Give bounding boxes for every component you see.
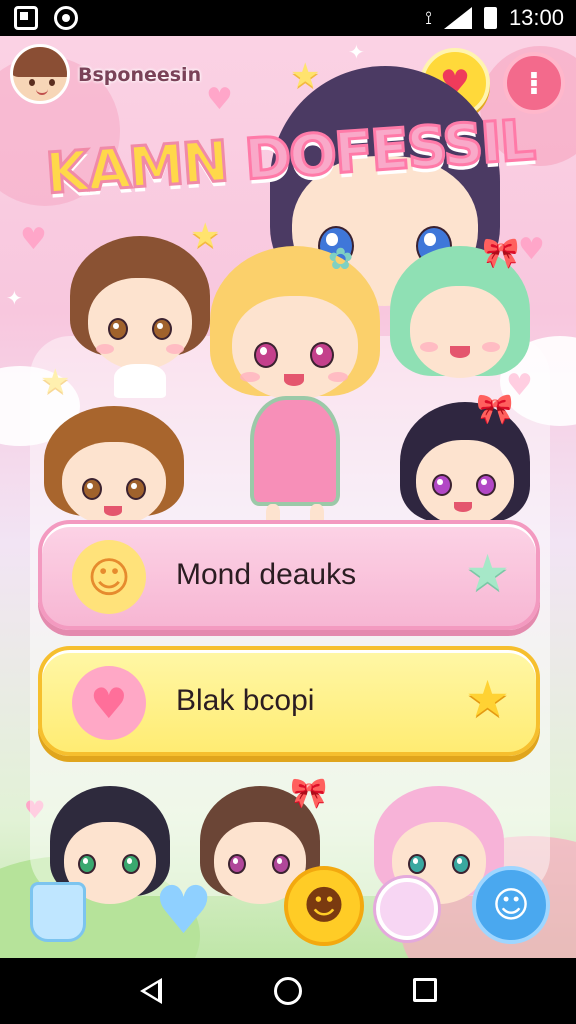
bow-icon: 🎀 xyxy=(290,776,328,811)
character-auburn-hair xyxy=(44,406,184,526)
lollipop-item-icon[interactable] xyxy=(376,878,438,940)
menu-button[interactable]: ⁝ xyxy=(503,52,565,114)
navigation-bar xyxy=(0,958,576,1024)
home-icon[interactable] xyxy=(274,977,302,1005)
yellow-emoji-button[interactable]: ☻ xyxy=(284,866,364,946)
character-blonde-hair: ✿ xyxy=(210,242,380,526)
avatar[interactable] xyxy=(10,44,70,104)
character-brown-hair xyxy=(70,236,210,398)
battery-icon xyxy=(483,7,497,29)
character-green-hair: 🎀 xyxy=(390,236,530,396)
status-time: 13:00 xyxy=(508,5,564,30)
smiley-sun-icon: ☺ xyxy=(72,540,146,614)
status-right: ⟟ 13:00 xyxy=(425,5,564,31)
vibrate-icon: ⟟ xyxy=(425,7,432,28)
smile-face-icon: ☻ xyxy=(303,883,345,929)
back-icon[interactable] xyxy=(140,978,162,1004)
blue-heart-item-icon[interactable]: ♥ xyxy=(154,878,213,944)
circle-app-icon xyxy=(54,6,78,30)
hearts-icon: ♥ xyxy=(72,666,146,740)
username: Bsponeesin xyxy=(78,64,202,86)
menu-button-2[interactable]: ♥ Blak bcopi ★ xyxy=(38,646,540,756)
character-black-hair-phone: 🎀 xyxy=(400,392,530,532)
star-icon: ★ xyxy=(465,670,510,728)
heart-icon: ♥ xyxy=(206,82,233,117)
recent-apps-icon[interactable] xyxy=(413,978,437,1002)
status-left-icons xyxy=(14,6,78,30)
sparkle-icon: ✦ xyxy=(348,40,365,64)
blue-emoji-button[interactable]: ☺ xyxy=(472,866,550,944)
heart-icon: ♥ xyxy=(20,222,47,257)
bow-icon: 🎀 xyxy=(476,392,514,427)
game-screen: ✦ ✦ ★ ★ ★ ♥ ♥ ♥ ♥ ♥ Bsponeesin ♥ ⁝ KAMN D… xyxy=(0,36,576,958)
smile-face-icon: ☺ xyxy=(492,884,530,926)
menu-button-1-label: Mond deauks xyxy=(176,558,357,591)
title-part-1: KAMN xyxy=(42,128,230,208)
menu-button-1[interactable]: ☺ Mond deauks ★ xyxy=(38,520,540,630)
menu-button-2-label: Blak bcopi xyxy=(176,684,315,717)
photo-icon xyxy=(14,6,38,30)
status-bar: ⟟ 13:00 xyxy=(0,0,576,36)
menu-icon: ⁝ xyxy=(527,64,541,102)
bow-icon: ✿ xyxy=(328,242,354,277)
signal-icon xyxy=(443,7,472,29)
cup-item-icon[interactable] xyxy=(30,882,86,942)
star-icon: ★ xyxy=(465,544,510,602)
sparkle-icon: ✦ xyxy=(6,286,23,310)
bow-icon: 🎀 xyxy=(482,236,520,271)
